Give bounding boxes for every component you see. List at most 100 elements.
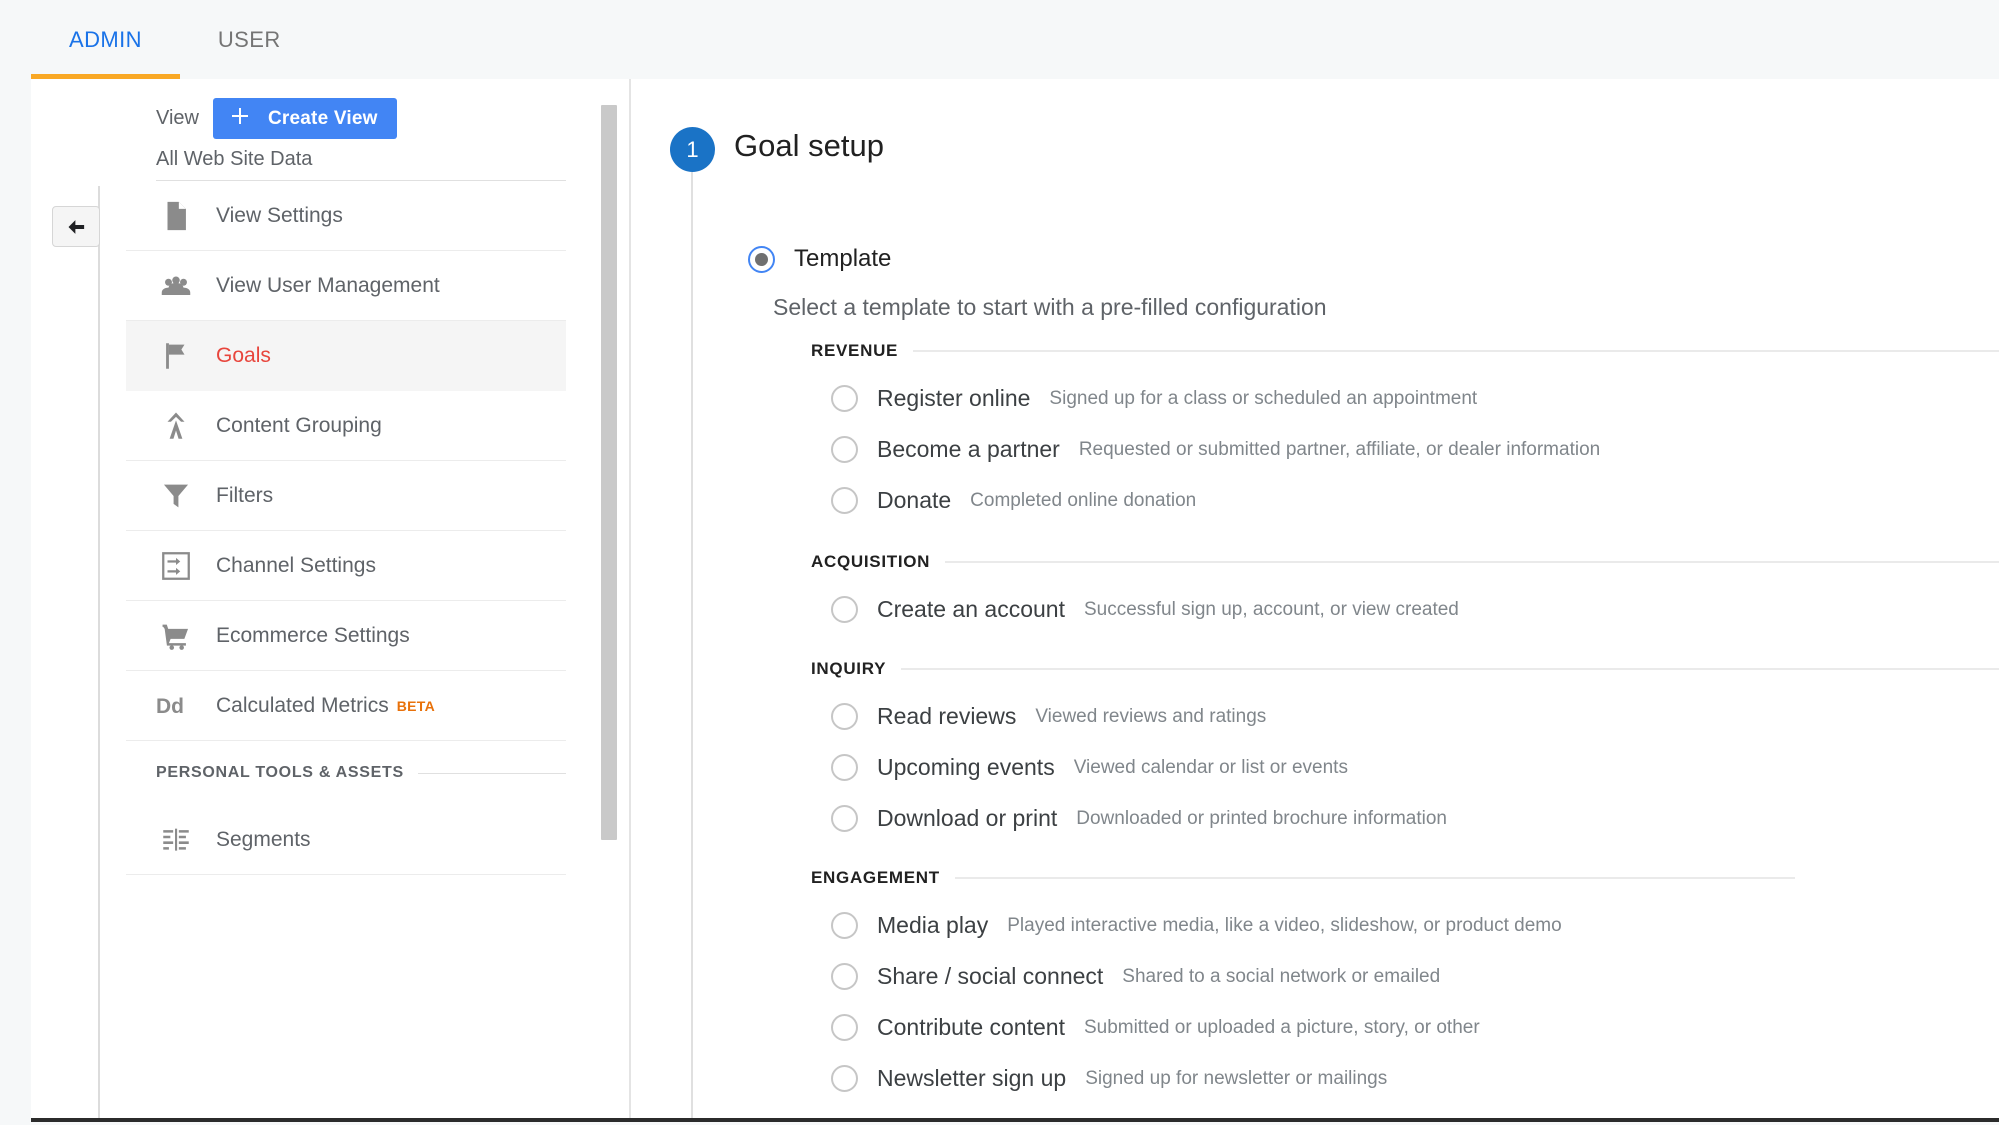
sidebar-section-title: PERSONAL TOOLS & ASSETS (156, 764, 404, 781)
document-icon (156, 196, 196, 236)
option-radio[interactable] (831, 754, 858, 781)
option-radio[interactable] (831, 596, 858, 623)
tab-admin-label: ADMIN (69, 26, 142, 52)
sidebar-item-label: Filters (216, 483, 274, 507)
option-description: Successful sign up, account, or view cre… (1083, 598, 1459, 620)
option-name: Register online (877, 385, 1031, 411)
goal-setup-panel: 1 Goal setup Template Select a template … (629, 79, 1999, 1118)
option-description: Submitted or uploaded a picture, story, … (1083, 1016, 1480, 1038)
channel-settings-icon (156, 546, 196, 586)
option-radio[interactable] (831, 912, 858, 939)
template-group-revenue: REVENUE Register online Signed up for a … (811, 329, 1999, 526)
sidebar-item-view-user-management[interactable]: View User Management (126, 251, 566, 321)
sidebar-item-channel-settings[interactable]: Channel Settings (126, 531, 566, 601)
sidebar-item-filters[interactable]: Filters (126, 461, 566, 531)
sidebar-item-list: View Settings View User Management Goals… (126, 181, 566, 875)
sidebar-item-content-grouping[interactable]: Content Grouping (126, 391, 566, 461)
sidebar-section-header: PERSONAL TOOLS & ASSETS (126, 741, 566, 805)
template-option-upcoming-events[interactable]: Upcoming events Viewed calendar or list … (811, 742, 1999, 793)
template-option-share-social-connect[interactable]: Share / social connect Shared to a socia… (811, 951, 1999, 1002)
flag-icon (156, 336, 196, 376)
plus-icon (228, 104, 252, 134)
back-button[interactable] (52, 206, 100, 247)
option-name: Download or print (877, 805, 1058, 831)
sidebar-item-calculated-metrics[interactable]: Dd Calculated Metrics BETA (126, 671, 566, 741)
option-radio[interactable] (831, 487, 858, 514)
template-option-download-or-print[interactable]: Download or print Downloaded or printed … (811, 793, 1999, 844)
panel-subtitle: Select a template to start with a pre-fi… (773, 294, 1327, 320)
option-description: Downloaded or printed brochure informati… (1076, 807, 1447, 829)
group-title: INQUIRY (811, 659, 887, 678)
template-group-engagement: ENGAGEMENT Media play Played interactive… (811, 856, 1999, 1104)
view-row: View Create View (156, 98, 397, 139)
svg-text:Dd: Dd (156, 695, 184, 718)
option-name: Read reviews (877, 703, 1017, 729)
template-option-create-an-account[interactable]: Create an account Successful sign up, ac… (811, 584, 1999, 635)
back-arrow-icon (61, 212, 91, 242)
sidebar-item-label: View User Management (216, 273, 440, 297)
template-groups: REVENUE Register online Signed up for a … (811, 329, 1999, 1116)
template-radio-row[interactable]: Template (748, 245, 891, 273)
group-divider-line (901, 668, 1999, 670)
option-radio[interactable] (831, 963, 858, 990)
group-title: REVENUE (811, 341, 899, 360)
option-name: Share / social connect (877, 963, 1104, 989)
option-radio[interactable] (831, 436, 858, 463)
top-tab-bar: ADMIN USER (0, 0, 1999, 79)
template-group-inquiry: INQUIRY Read reviews Viewed reviews and … (811, 647, 1999, 844)
template-option-register-online[interactable]: Register online Signed up for a class or… (811, 373, 1999, 424)
group-title: ENGAGEMENT (811, 868, 940, 887)
group-header: ENGAGEMENT (811, 856, 1999, 900)
option-description: Signed up for newsletter or mailings (1085, 1067, 1388, 1089)
step-badge: 1 (670, 127, 715, 172)
people-icon (156, 266, 196, 306)
page-title: Goal setup (734, 128, 884, 163)
template-option-donate[interactable]: Donate Completed online donation (811, 475, 1999, 526)
page-container: View Create View All Web Site Data View … (31, 79, 1999, 1122)
option-description: Viewed reviews and ratings (1035, 705, 1267, 727)
tab-user[interactable]: USER (180, 0, 319, 79)
sidebar-scroll-thumb[interactable] (601, 105, 617, 840)
option-description: Played interactive media, like a video, … (1007, 914, 1562, 936)
segments-icon (156, 820, 196, 860)
option-description: Completed online donation (970, 489, 1197, 511)
sidebar-section-line (417, 772, 566, 774)
sidebar-item-segments[interactable]: Segments (126, 805, 566, 875)
option-name: Create an account (877, 596, 1065, 622)
option-name: Contribute content (877, 1014, 1065, 1040)
funnel-icon (156, 476, 196, 516)
tab-admin[interactable]: ADMIN (31, 0, 180, 79)
view-name: All Web Site Data (156, 148, 313, 170)
shopping-cart-icon (156, 616, 196, 656)
option-radio[interactable] (831, 1014, 858, 1041)
sidebar-item-view-settings[interactable]: View Settings (126, 181, 566, 251)
template-option-become-a-partner[interactable]: Become a partner Requested or submitted … (811, 424, 1999, 475)
option-description: Viewed calendar or list or events (1073, 756, 1348, 778)
sidebar-item-ecommerce-settings[interactable]: Ecommerce Settings (126, 601, 566, 671)
template-option-contribute-content[interactable]: Contribute content Submitted or uploaded… (811, 1002, 1999, 1053)
option-radio[interactable] (831, 703, 858, 730)
option-name: Newsletter sign up (877, 1065, 1067, 1091)
dd-icon: Dd (156, 686, 196, 726)
sidebar-item-label: Ecommerce Settings (216, 623, 410, 647)
template-option-media-play[interactable]: Media play Played interactive media, lik… (811, 900, 1999, 951)
option-radio[interactable] (831, 385, 858, 412)
sidebar-item-label: View Settings (216, 203, 343, 227)
option-name: Become a partner (877, 436, 1060, 462)
gutter-vertical-line (98, 186, 100, 1118)
create-view-button[interactable]: Create View (213, 98, 397, 139)
option-radio[interactable] (831, 1065, 858, 1092)
sidebar-item-goals[interactable]: Goals (126, 321, 566, 391)
template-option-newsletter-sign-up[interactable]: Newsletter sign up Signed up for newslet… (811, 1053, 1999, 1104)
group-divider-line (945, 561, 1999, 563)
template-option-read-reviews[interactable]: Read reviews Viewed reviews and ratings (811, 691, 1999, 742)
option-description: Shared to a social network or emailed (1122, 965, 1441, 987)
option-name: Donate (877, 487, 952, 513)
admin-sidebar: View Create View All Web Site Data View … (126, 79, 566, 1118)
template-radio[interactable] (748, 245, 775, 273)
option-name: Media play (877, 912, 989, 938)
option-radio[interactable] (831, 805, 858, 832)
template-radio-label: Template (794, 245, 892, 272)
group-divider-line (913, 350, 1999, 352)
option-description: Signed up for a class or scheduled an ap… (1049, 387, 1478, 409)
